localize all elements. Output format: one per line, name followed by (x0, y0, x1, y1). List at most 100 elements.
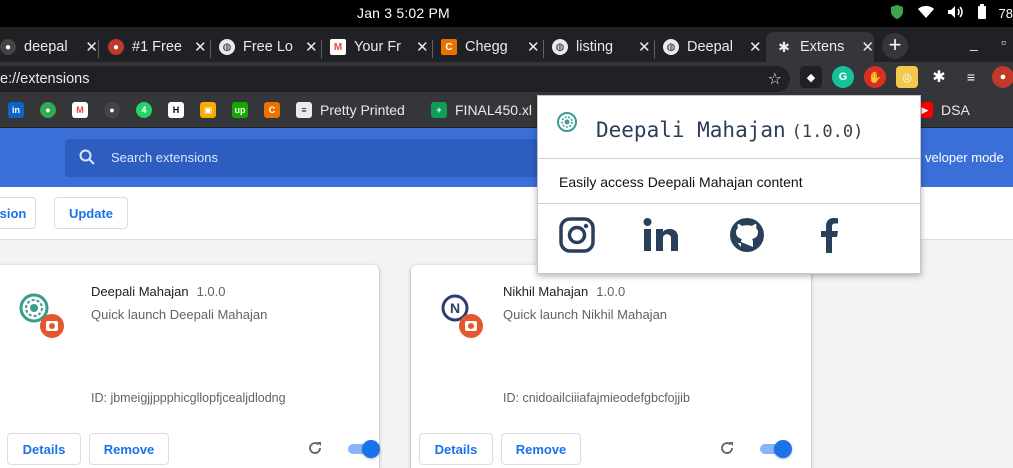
gfg-bookmark[interactable]: H (168, 102, 192, 118)
browser-toolbar: e://extensions ☆ ◆ G ✋ ◎ ✱ ≡ ● (0, 62, 1013, 96)
tab-deepal[interactable]: ● deepal ✕ (0, 32, 99, 62)
extension-toolbar: ◆ G ✋ ◎ ✱ ≡ ● (800, 66, 1013, 88)
maximize-icon[interactable]: ▫ (1001, 34, 1006, 50)
tab-deepal-2[interactable]: ◍ Deepal ✕ (663, 32, 765, 62)
close-tab-icon[interactable]: ✕ (194, 38, 207, 56)
divider (538, 158, 920, 159)
remove-button[interactable]: Remove (89, 433, 169, 465)
volume-icon[interactable] (947, 5, 965, 22)
grammarly-icon[interactable]: G (832, 66, 854, 88)
tab-extensions[interactable]: ✱ Extens ✕ (766, 32, 874, 62)
minimize-icon[interactable]: _ (970, 35, 978, 51)
globe-icon: ◍ (663, 39, 679, 55)
eye-extension-icon[interactable]: ◆ (800, 66, 822, 88)
close-tab-icon[interactable]: ✕ (749, 38, 762, 56)
globe-icon: ◍ (219, 39, 235, 55)
extension-id: ID: jbmeigjjppphicgllopfjcealjdlodng (91, 391, 286, 405)
gmail-icon: M (72, 102, 88, 118)
hand-extension-icon[interactable]: ✋ (864, 66, 886, 88)
upwork-icon: up (232, 102, 248, 118)
os-top-bar: Jan 3 5:02 PM 78 (0, 0, 1013, 27)
facebook-icon[interactable] (810, 216, 848, 254)
instagram-icon[interactable] (558, 216, 596, 254)
classroom-bookmark[interactable]: ▣ (200, 102, 224, 118)
extension-name: Nikhil Mahajan 1.0.0 (503, 284, 626, 299)
new-tab-button[interactable]: + (882, 33, 908, 59)
media-control-icon[interactable]: ≡ (960, 66, 982, 88)
globe-icon: ◍ (552, 39, 568, 55)
deepali-logo-icon (556, 111, 578, 133)
extension-version: 1.0.0 (196, 284, 226, 299)
profile-avatar[interactable]: ● (992, 66, 1013, 88)
final450-bookmark[interactable]: + FINAL450.xl (431, 102, 532, 118)
search-placeholder: Search extensions (111, 150, 218, 165)
nikhil-logo-icon: N (433, 289, 485, 341)
deepali-extension-icon[interactable]: ◎ (896, 66, 918, 88)
details-button[interactable]: Details (7, 433, 81, 465)
tab-listing[interactable]: ◍ listing ✕ (552, 32, 655, 62)
enable-toggle[interactable] (760, 440, 792, 458)
github-icon[interactable] (728, 216, 766, 254)
github-icon: ● (104, 102, 120, 118)
extension-card-deepali: Deepali Mahajan 1.0.0 Quick launch Deepal… (0, 265, 380, 468)
battery-icon[interactable] (977, 4, 987, 23)
extension-version: 1.0.0 (596, 284, 626, 299)
pack-extension-button[interactable]: sion (0, 197, 36, 229)
sheets-icon: + (431, 102, 447, 118)
search-input[interactable]: Search extensions (65, 139, 545, 177)
linkedin-bookmark[interactable]: in (8, 102, 32, 118)
close-tab-icon[interactable]: ✕ (85, 38, 98, 56)
omnibox-url[interactable]: e://extensions (0, 71, 89, 87)
close-tab-icon[interactable]: ✕ (305, 38, 318, 56)
omnibox[interactable]: e://extensions ☆ (0, 66, 790, 92)
popup-description: Easily access Deepali Mahajan content (559, 174, 803, 190)
pretty-printed-bookmark[interactable]: ≡ Pretty Printed (296, 102, 405, 118)
update-button[interactable]: Update (54, 197, 128, 229)
shield-icon[interactable] (889, 4, 905, 23)
extension-popup: Deepali Mahajan (1.0.0) Easily access Dee… (537, 95, 921, 274)
divider (538, 203, 920, 204)
close-tab-icon[interactable]: ✕ (638, 38, 651, 56)
gmail-bookmark[interactable]: M (72, 102, 96, 118)
upwork-bookmark[interactable]: up (232, 102, 256, 118)
os-clock[interactable]: Jan 3 5:02 PM (357, 5, 450, 21)
close-tab-icon[interactable]: ✕ (527, 38, 540, 56)
svg-text:N: N (450, 300, 460, 316)
popup-version: (1.0.0) (791, 122, 864, 142)
wifi-icon[interactable] (917, 5, 935, 22)
puzzle-icon: ✱ (778, 38, 790, 55)
reload-icon[interactable] (307, 440, 323, 461)
extension-card-nikhil: N Nikhil Mahajan 1.0.0 Quick launch Nikhi… (411, 265, 811, 468)
close-tab-icon[interactable]: ✕ (416, 38, 429, 56)
extension-id: ID: cnidoailciiiafajmieodefgbcfojjib (503, 391, 690, 405)
enable-toggle[interactable] (348, 440, 380, 458)
remove-button[interactable]: Remove (501, 433, 581, 465)
maps-icon: ● (40, 102, 56, 118)
chegg-icon: C (264, 102, 280, 118)
linkedin-icon[interactable] (642, 216, 680, 254)
tab-free[interactable]: ● #1 Free ✕ (108, 32, 211, 62)
tab-free-lo[interactable]: ◍ Free Lo ✕ (219, 32, 322, 62)
geeks-icon: H (168, 102, 184, 118)
avatar-icon: ● (108, 39, 124, 55)
classroom-icon: ▣ (200, 102, 216, 118)
github-bookmark[interactable]: ● (104, 102, 128, 118)
system-tray: 78 (889, 4, 1013, 23)
chegg-bookmark[interactable]: C (264, 102, 288, 118)
puzzle-icon[interactable]: ✱ (928, 66, 950, 88)
tab-chegg[interactable]: C Chegg ✕ (441, 32, 544, 62)
gmail-icon: M (330, 39, 346, 55)
github-icon: ● (0, 39, 16, 55)
bookmark-star-icon[interactable]: ☆ (768, 69, 782, 89)
developer-mode-label[interactable]: veloper mode (925, 150, 1004, 165)
whatsapp-bookmark[interactable]: 4 (136, 102, 160, 118)
close-tab-icon[interactable]: ✕ (861, 38, 874, 56)
battery-level: 78 (998, 6, 1013, 21)
maps-bookmark[interactable]: ● (40, 102, 64, 118)
details-button[interactable]: Details (419, 433, 493, 465)
tab-gmail[interactable]: M Your Fr ✕ (330, 32, 433, 62)
extension-description: Quick launch Nikhil Mahajan (503, 307, 668, 322)
dsa-bookmark[interactable]: ▶ DSA (917, 102, 970, 118)
reload-icon[interactable] (719, 440, 735, 461)
extension-name: Deepali Mahajan 1.0.0 (91, 284, 226, 299)
